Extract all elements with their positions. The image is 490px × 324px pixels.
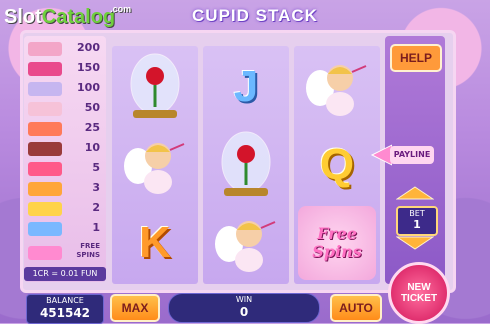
cupid-boy-icon <box>28 42 62 56</box>
payline-indicator: PAYLINE <box>370 144 436 166</box>
reel-2: J <box>203 46 289 284</box>
letter-q: Q <box>319 140 355 189</box>
rose-dome-icon <box>28 82 62 96</box>
payline-label: PAYLINE <box>390 146 434 164</box>
max-bet-button[interactable]: MAX <box>110 294 160 322</box>
paytable-row: 5 <box>28 160 102 178</box>
rose-dome-icon <box>130 53 180 118</box>
paytable-row: 50 <box>28 100 102 118</box>
bottom-bar: BALANCE 451542 MAX WIN 0 AUTO <box>20 292 386 324</box>
reel-1: K <box>112 46 198 284</box>
reels-area: K J Q Free Spins <box>112 46 380 284</box>
cupid-symbol <box>207 206 285 280</box>
paytable-row: 100 <box>28 80 102 98</box>
win-label: WIN <box>235 295 253 304</box>
spins-word: Spins <box>312 242 362 261</box>
spins-label: SPINS <box>76 251 100 259</box>
auto-button[interactable]: AUTO <box>330 294 382 322</box>
paytable-row: 2 <box>28 200 102 218</box>
new-ticket-line1: NEW <box>407 282 431 293</box>
paytable-free-spins-row: FREE SPINS <box>28 242 102 264</box>
logo-catalog-text: Catalog <box>41 6 116 28</box>
letter-a-icon <box>28 162 62 176</box>
letter-j-symbol: J <box>207 50 285 124</box>
paytable-value: 2 <box>92 201 100 214</box>
logo-slot-text: Slot <box>4 6 42 28</box>
paytable-row: 3 <box>28 180 102 198</box>
letter-j-icon <box>28 222 62 236</box>
ribbon-icon <box>28 122 62 136</box>
letter-q-icon <box>28 202 62 216</box>
paytable-value: 150 <box>77 61 100 74</box>
bet-display: BET 1 <box>396 206 438 236</box>
paytable-value: 5 <box>92 161 100 174</box>
letter-k-symbol: K <box>116 206 194 280</box>
paytable-row: 1 <box>28 220 102 238</box>
paytable-value: 25 <box>84 121 100 134</box>
bet-label: BET <box>409 209 425 218</box>
coin-value-note: 1CR = 0.01 FUN <box>24 267 106 281</box>
free-spins-icon <box>28 246 62 260</box>
bet-value: 1 <box>413 218 421 231</box>
win-display: WIN 0 <box>168 293 320 323</box>
win-value: 0 <box>239 305 249 319</box>
rose-dome-symbol <box>207 128 285 202</box>
logo-com-text: .com <box>110 4 132 14</box>
bet-up-button[interactable] <box>396 186 434 200</box>
paytable-value: 50 <box>84 101 100 114</box>
letter-q-symbol: Q <box>298 128 376 202</box>
rose-dome-icon <box>221 131 271 196</box>
cupid-icon <box>215 221 276 272</box>
free-word: Free <box>317 224 357 243</box>
heart-icon <box>28 62 62 76</box>
paytable-row: 200 <box>28 40 102 58</box>
bet-down-button[interactable] <box>396 236 434 250</box>
arrow-left-icon <box>370 144 392 166</box>
rose-dome-symbol <box>116 50 194 124</box>
free-spins-text: Free Spins <box>312 225 361 261</box>
site-logo: SlotCatalog .com <box>4 4 131 29</box>
game-title: CUPID STACK <box>192 6 318 25</box>
new-ticket-button[interactable]: NEW TICKET <box>388 262 450 324</box>
letter-k-icon <box>28 182 62 196</box>
balance-label: BALANCE <box>46 296 84 305</box>
free-spins-symbol: Free Spins <box>298 206 376 280</box>
cupid-icon <box>306 65 367 116</box>
paytable-value: 3 <box>92 181 100 194</box>
gift-icon <box>28 102 62 116</box>
letter-j: J <box>233 62 259 111</box>
paytable-value: 100 <box>77 81 100 94</box>
balance-display: BALANCE 451542 <box>26 294 104 324</box>
new-ticket-line2: TICKET <box>400 293 438 304</box>
balance-value: 451542 <box>39 306 91 320</box>
paytable-row: 10 <box>28 140 102 158</box>
paytable: 200 150 100 50 25 10 5 3 2 1 FREE SPINS <box>24 36 106 282</box>
free-label: FREE <box>80 242 100 250</box>
help-button[interactable]: HELP <box>390 44 442 72</box>
cupid-symbol <box>298 50 376 124</box>
paytable-row: 25 <box>28 120 102 138</box>
paytable-value: 1 <box>92 221 100 234</box>
reel-3: Q Free Spins <box>294 46 380 284</box>
chocolate-icon <box>28 142 62 156</box>
cupid-icon <box>124 143 185 194</box>
paytable-value: 10 <box>84 141 100 154</box>
paytable-row: 150 <box>28 60 102 78</box>
paytable-value: 200 <box>77 41 100 54</box>
letter-k: K <box>139 218 171 267</box>
cupid-symbol <box>116 128 194 202</box>
